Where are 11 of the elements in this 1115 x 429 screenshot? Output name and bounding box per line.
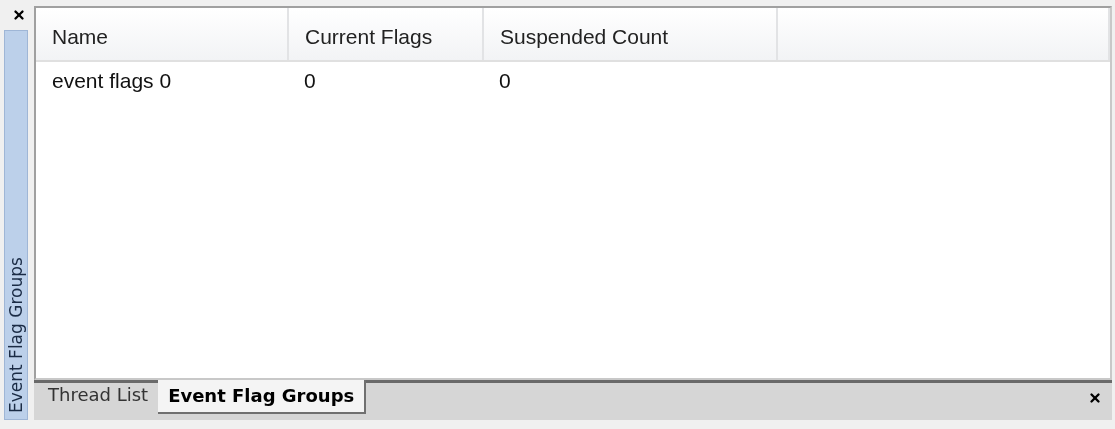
side-panel-tab[interactable]: Event Flag Groups	[4, 30, 28, 420]
tab[interactable]: Thread List	[38, 380, 159, 410]
tab[interactable]: Event Flag Groups	[158, 380, 367, 414]
table-cell: event flags 0	[36, 61, 288, 96]
table-cell: 0	[483, 61, 777, 96]
table-cell: 0	[288, 61, 483, 96]
close-icon	[1088, 391, 1102, 405]
close-icon	[12, 8, 26, 22]
column-header[interactable]: Name	[36, 8, 288, 61]
column-header[interactable]: Suspended Count	[483, 8, 777, 61]
column-header[interactable]: Current Flags	[288, 8, 483, 61]
